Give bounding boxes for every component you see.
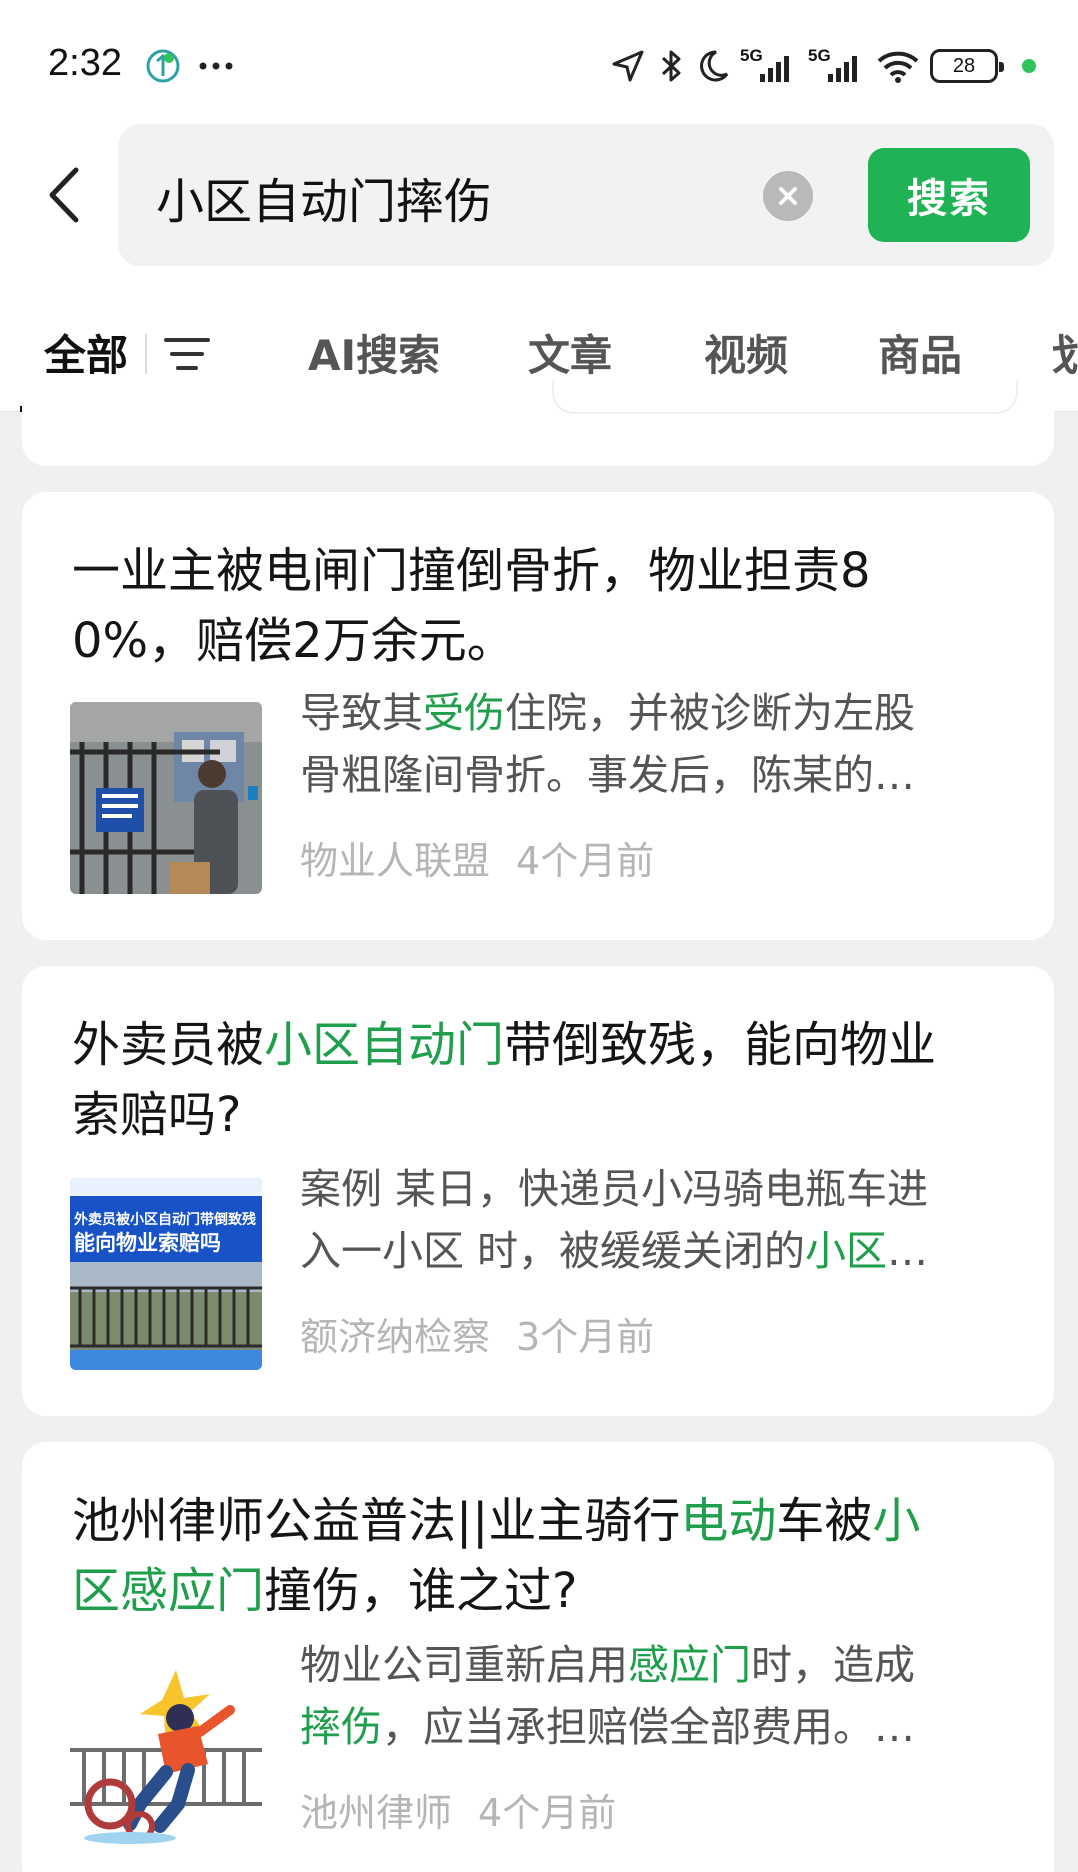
snippet-highlight: 感应门 xyxy=(628,1641,751,1689)
result-time: 4个月前 xyxy=(478,1791,617,1835)
result-source: 额济纳检察 xyxy=(300,1315,491,1359)
result-meta: 池州律师 4个月前 xyxy=(300,1782,616,1837)
privacy-indicator-dot xyxy=(1022,59,1036,73)
result-snippet-line: 入一小区 时，被缓缓关闭的小区… xyxy=(300,1220,1020,1282)
battery-indicator: 28 xyxy=(930,49,1004,83)
tab-partial[interactable]: 划 xyxy=(1052,322,1078,383)
app-notification-icon xyxy=(145,48,181,84)
snippet-highlight: 受伤 xyxy=(423,689,505,737)
result-card-previous[interactable] xyxy=(22,380,1054,466)
result-snippet-line: 案例 某日，快递员小冯骑电瓶车进 xyxy=(300,1158,1020,1220)
back-button[interactable] xyxy=(38,160,88,230)
previous-card-element xyxy=(552,380,1018,414)
title-highlight: 区感应门 xyxy=(72,1563,265,1619)
result-meta: 额济纳检察 3个月前 xyxy=(300,1306,654,1361)
status-time: 2:32 xyxy=(48,42,122,84)
result-card[interactable]: 一业主被电闸门撞倒骨折，物业担责8 0%，赔偿2万余元。 导致其受伤住院，并被诊… xyxy=(22,492,1054,940)
status-right-icons: 5G 5G 28 xyxy=(610,44,1036,88)
result-thumbnail[interactable] xyxy=(70,702,262,894)
title-segment: 0%，赔偿2万余元。 xyxy=(72,613,515,669)
svg-text:外卖员被小区自动门带倒致残: 外卖员被小区自动门带倒致残 xyxy=(74,1211,256,1228)
chevron-left-icon xyxy=(49,167,79,223)
bluetooth-icon xyxy=(656,47,686,85)
tab-ai-search[interactable]: AI搜索 xyxy=(308,322,440,383)
wifi-icon xyxy=(876,48,920,84)
filter-icon[interactable] xyxy=(164,334,210,374)
snippet-highlight: 摔伤 xyxy=(300,1703,382,1751)
snippet-segment: 物业公司重新启用 xyxy=(300,1641,628,1689)
signal-icon-2: 5G xyxy=(808,46,866,86)
result-title[interactable]: 池州律师公益普法||业主骑行电动车被小 区感应门撞伤，谁之过? xyxy=(72,1486,1012,1626)
falling-rider-illustration xyxy=(70,1654,262,1846)
snippet-segment: ，应当承担赔偿全部费用。… xyxy=(382,1703,915,1751)
result-card[interactable]: 外卖员被小区自动门带倒致残，能向物业 索赔吗? 外卖员被小区自动门带倒致残 能向… xyxy=(22,966,1054,1416)
result-source: 物业人联盟 xyxy=(300,839,491,883)
result-card[interactable]: 池州律师公益普法||业主骑行电动车被小 区感应门撞伤，谁之过? 物业公司重新启用… xyxy=(22,1442,1054,1872)
title-segment: 撞伤，谁之过? xyxy=(264,1563,578,1619)
search-box[interactable]: 小区自动门摔伤 搜索 xyxy=(118,124,1054,266)
snippet-segment: 住院，并被诊断为左股 xyxy=(505,689,915,737)
title-segment: 索赔吗? xyxy=(72,1087,242,1143)
result-time: 3个月前 xyxy=(516,1315,655,1359)
result-title[interactable]: 外卖员被小区自动门带倒致残，能向物业 索赔吗? xyxy=(72,1010,1012,1150)
title-segment: 车被 xyxy=(776,1493,873,1549)
result-meta: 物业人联盟 4个月前 xyxy=(300,830,654,885)
snippet-segment: 案例 某日，快递员小冯骑电瓶车进 xyxy=(300,1165,929,1213)
result-snippet-line: 摔伤，应当承担赔偿全部费用。… xyxy=(300,1696,1020,1758)
title-segment: 外卖员被 xyxy=(72,1017,265,1073)
snippet-segment: 入一小区 时，被缓缓关闭的 xyxy=(300,1227,806,1275)
tab-videos[interactable]: 视频 xyxy=(704,322,788,383)
tab-divider xyxy=(145,334,147,374)
snippet-segment: … xyxy=(887,1227,929,1275)
snippet-segment: 骨粗隆间骨折。事发后，陈某的… xyxy=(300,751,915,799)
result-thumbnail[interactable] xyxy=(70,1654,262,1846)
snippet-highlight: 小区 xyxy=(805,1227,888,1275)
tab-products[interactable]: 商品 xyxy=(878,322,962,383)
location-icon xyxy=(610,48,646,84)
status-bar: 2:32 5G 5G 28 xyxy=(0,0,1078,120)
clear-search-button[interactable] xyxy=(763,171,813,221)
result-source: 池州律师 xyxy=(300,1791,453,1835)
person-at-gate-image xyxy=(70,702,262,894)
search-button[interactable]: 搜索 xyxy=(868,148,1030,242)
result-snippet-line: 物业公司重新启用感应门时，造成 xyxy=(300,1634,1020,1696)
tab-all[interactable]: 全部 xyxy=(44,322,128,383)
result-time: 4个月前 xyxy=(516,839,655,883)
do-not-disturb-moon-icon xyxy=(696,48,730,84)
result-thumbnail[interactable]: 外卖员被小区自动门带倒致残 能向物业索赔吗 xyxy=(70,1178,262,1370)
header-area: 2:32 5G 5G 28 小区自动门摔伤 搜索 全部 AI搜索 文章 视频 商… xyxy=(0,0,1078,412)
news-banner-gate-image: 外卖员被小区自动门带倒致残 能向物业索赔吗 xyxy=(70,1178,262,1370)
title-segment: 池州律师公益普法||业主骑行 xyxy=(72,1493,681,1549)
result-snippet-line: 导致其受伤住院，并被诊断为左股 xyxy=(300,682,1020,744)
status-left-icons xyxy=(145,46,233,86)
signal-icon-1: 5G xyxy=(740,46,798,86)
more-notifications-icon xyxy=(199,61,233,71)
title-segment: 带倒致残，能向物业 xyxy=(504,1017,937,1073)
svg-text:能向物业索赔吗: 能向物业索赔吗 xyxy=(74,1231,221,1255)
tab-articles[interactable]: 文章 xyxy=(528,322,612,383)
title-segment: 一业主被电闸门撞倒骨折，物业担责8 xyxy=(72,543,871,599)
title-highlight: 小 xyxy=(872,1493,921,1549)
title-highlight: 小区自动门 xyxy=(264,1017,505,1073)
title-highlight: 电动 xyxy=(680,1493,777,1549)
result-snippet-line: 骨粗隆间骨折。事发后，陈某的… xyxy=(300,744,1020,806)
close-icon xyxy=(779,187,797,205)
snippet-segment: 导致其 xyxy=(300,689,423,737)
search-input[interactable]: 小区自动门摔伤 xyxy=(156,162,492,232)
snippet-segment: 时，造成 xyxy=(751,1641,915,1689)
result-title[interactable]: 一业主被电闸门撞倒骨折，物业担责8 0%，赔偿2万余元。 xyxy=(72,536,1012,676)
